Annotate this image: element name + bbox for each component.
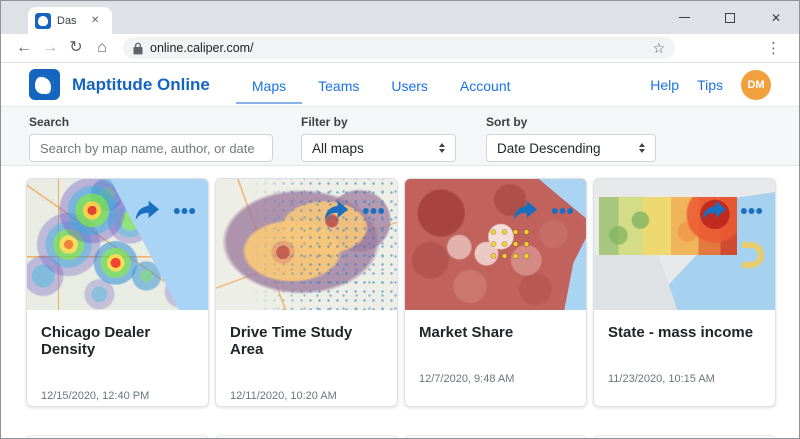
map-thumbnail-market-share[interactable] [405,179,586,310]
map-thumbnail-drive-time[interactable] [216,179,397,310]
share-map-icon[interactable] [700,199,729,222]
map-card-partial [26,435,209,439]
map-card[interactable]: State - mass income 11/23/2020, 10:15 AM [593,178,776,407]
url-text[interactable]: online.caliper.com/ [150,41,652,55]
map-title[interactable]: Chicago Dealer Density [41,324,194,358]
card-row: Chicago Dealer Density 12/15/2020, 12:40… [26,178,799,407]
share-map-icon[interactable] [511,199,540,222]
nav-teams[interactable]: Teams [302,66,375,104]
map-date: 12/11/2020, 10:20 AM [230,390,383,402]
map-title[interactable]: Market Share [419,324,572,341]
map-thumbnail-mass-income[interactable] [594,179,775,310]
tab-close-icon[interactable]: ✕ [91,15,99,26]
sort-by-select[interactable]: Date Descending [486,134,656,162]
tab-title: Das [57,15,87,27]
map-gallery: Chicago Dealer Density 12/15/2020, 12:40… [1,166,799,439]
maptitude-favicon-icon [35,13,51,29]
map-card[interactable]: Chicago Dealer Density 12/15/2020, 12:40… [26,178,209,407]
browser-menu-icon[interactable]: ⋮ [758,39,789,57]
back-icon[interactable]: ← [11,40,37,56]
tips-link[interactable]: Tips [697,77,723,93]
filter-by-select[interactable]: All maps [301,134,456,162]
filter-by-value: All maps [312,141,431,156]
close-button[interactable]: ✕ [753,1,799,34]
card-menu-icon[interactable] [551,207,574,215]
card-menu-icon[interactable] [740,207,763,215]
map-date: 12/7/2020, 9:48 AM [419,373,572,385]
map-card-partial [404,435,587,439]
search-input[interactable] [29,134,273,162]
sort-by-label: Sort by [486,115,656,129]
map-card[interactable]: Market Share 12/7/2020, 9:48 AM [404,178,587,407]
minimize-icon [679,17,690,18]
map-card-partial [215,435,398,439]
share-map-icon[interactable] [133,199,162,222]
search-label: Search [29,115,273,129]
map-card-partial [593,435,776,439]
browser-toolbar: ← → ↻ ⌂ online.caliper.com/ ☆ ⋮ [1,34,799,63]
app-header: Maptitude Online Maps Teams Users Accoun… [1,63,799,107]
next-row-hint [26,435,776,439]
maximize-icon [725,13,735,23]
nav-users[interactable]: Users [375,66,444,104]
main-nav: Maps Teams Users Account [236,63,527,106]
filter-bar: Search Filter by All maps Sort by Date D… [1,107,799,166]
tab-strip: Das ✕ ✕ [1,1,799,34]
map-card[interactable]: Drive Time Study Area 12/11/2020, 10:20 … [215,178,398,407]
store-points [488,226,530,264]
card-menu-icon[interactable] [362,207,385,215]
map-title[interactable]: State - mass income [608,324,761,341]
forward-icon[interactable]: → [37,40,63,56]
map-date: 12/15/2020, 12:40 PM [41,390,194,402]
share-map-icon[interactable] [322,199,351,222]
browser-window: Das ✕ ✕ ← → ↻ ⌂ online.caliper.com/ ☆ ⋮ … [0,0,800,439]
map-date: 11/23/2020, 10:15 AM [608,373,761,385]
nav-account[interactable]: Account [444,66,527,104]
brand-title: Maptitude Online [72,75,210,95]
card-menu-icon[interactable] [173,207,196,215]
sort-by-value: Date Descending [497,141,631,156]
neighbor-state-area [594,255,677,310]
minimize-button[interactable] [661,1,707,34]
help-link[interactable]: Help [650,77,679,93]
header-right: Help Tips DM [650,70,771,100]
user-avatar[interactable]: DM [741,70,771,100]
select-updown-icon [439,143,445,153]
filter-by-label: Filter by [301,115,456,129]
select-updown-icon [639,143,645,153]
home-icon[interactable]: ⌂ [89,40,115,56]
browser-tab[interactable]: Das ✕ [28,7,112,34]
bookmark-star-icon[interactable]: ☆ [652,40,665,57]
lock-icon [133,42,143,55]
window-controls: ✕ [661,1,799,34]
reload-icon[interactable]: ↻ [63,40,89,56]
map-title[interactable]: Drive Time Study Area [230,324,383,358]
map-thumbnail-heatmap[interactable] [27,179,208,310]
maptitude-logo-icon [29,69,60,100]
address-bar[interactable]: online.caliper.com/ ☆ [123,37,675,59]
nav-maps[interactable]: Maps [236,66,302,104]
maximize-button[interactable] [707,1,753,34]
